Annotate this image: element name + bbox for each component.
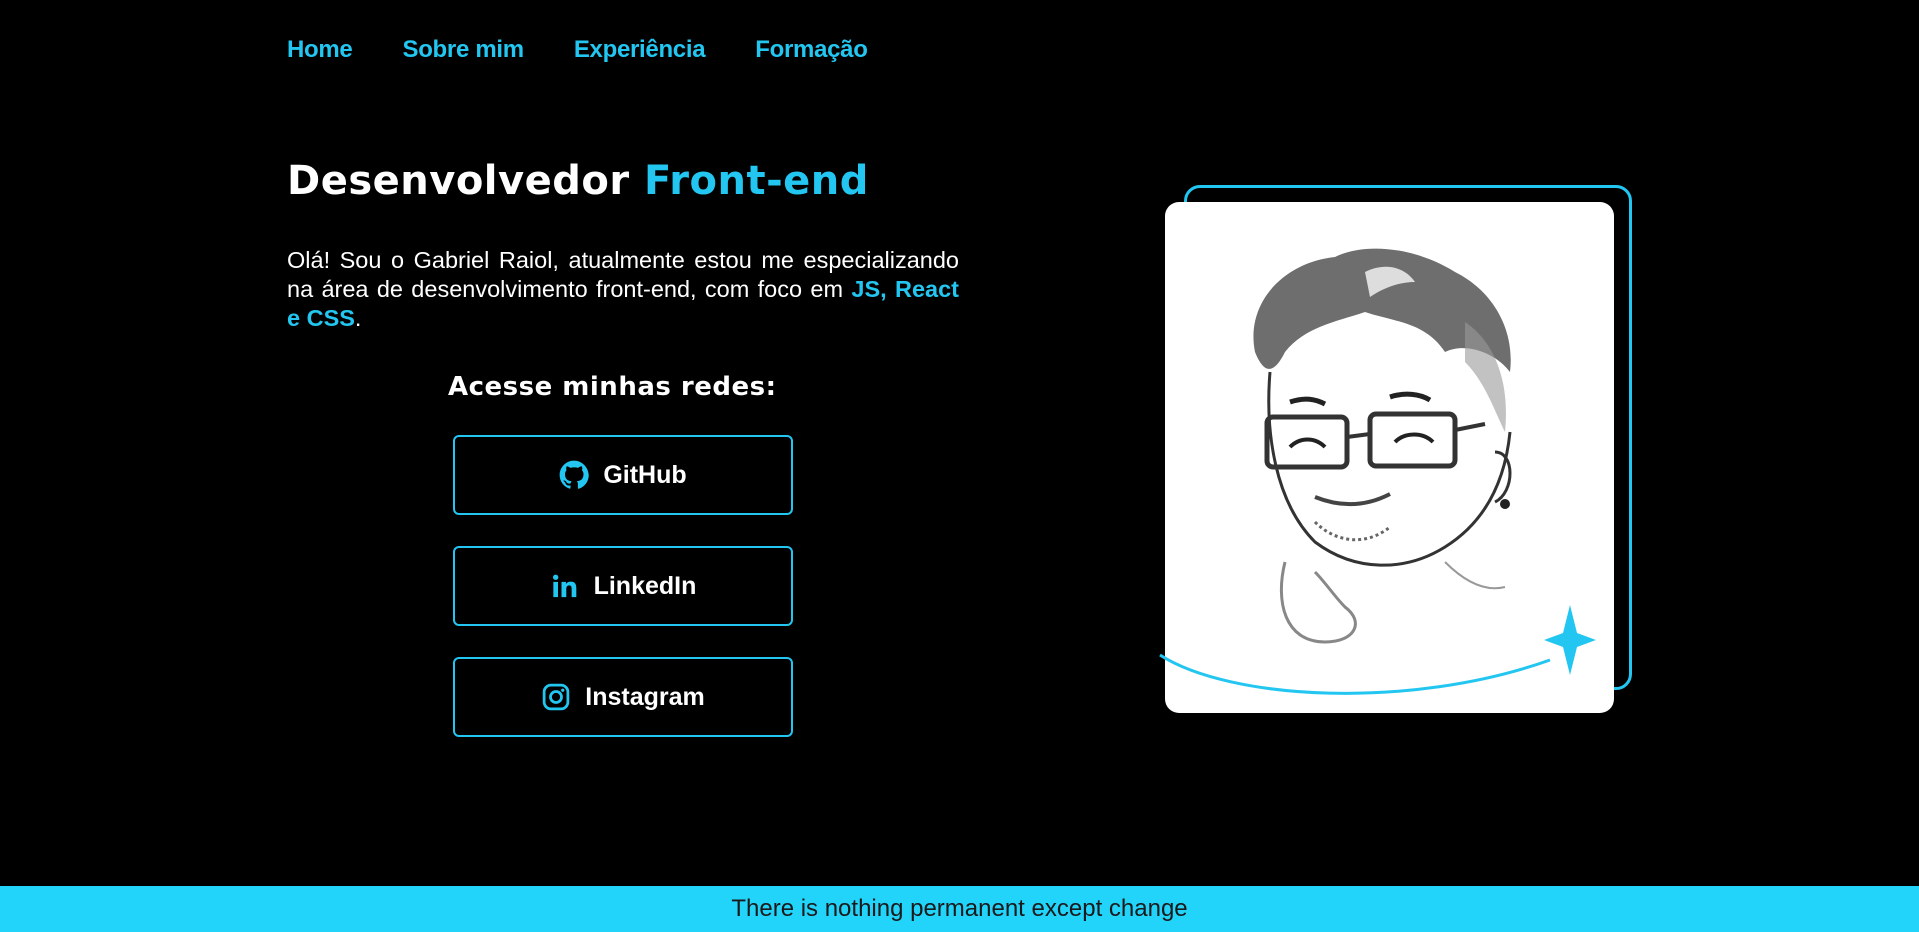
- instagram-button[interactable]: Instagram: [453, 657, 793, 737]
- nav-home[interactable]: Home: [287, 36, 353, 64]
- linkedin-label: LinkedIn: [593, 571, 697, 600]
- github-label: GitHub: [603, 460, 687, 489]
- footer: There is nothing permanent except change: [0, 886, 1919, 932]
- social-title: Acesse minhas redes:: [448, 372, 777, 402]
- intro-paragraph: Olá! Sou o Gabriel Raiol, atualmente est…: [287, 246, 959, 333]
- linkedin-button[interactable]: LinkedIn: [453, 546, 793, 626]
- nav-formacao[interactable]: Formação: [755, 36, 868, 64]
- instagram-label: Instagram: [585, 682, 705, 711]
- footer-quote: There is nothing permanent except change: [731, 895, 1188, 922]
- github-button[interactable]: GitHub: [453, 435, 793, 515]
- linkedin-icon: [550, 571, 580, 601]
- caricature-illustration: [1253, 248, 1512, 644]
- instagram-icon: [541, 682, 571, 712]
- intro-end: .: [354, 305, 362, 331]
- page-title: Desenvolvedor Front-end: [287, 158, 869, 204]
- portrait-card: [1165, 202, 1614, 713]
- title-main: Desenvolvedor: [287, 158, 630, 204]
- main-nav: Home Sobre mim Experiência Formação: [287, 36, 868, 64]
- nav-sobre-mim[interactable]: Sobre mim: [402, 36, 524, 64]
- github-icon: [559, 460, 590, 490]
- page: Home Sobre mim Experiência Formação Dese…: [0, 0, 1919, 932]
- title-accent: Front-end: [644, 158, 869, 204]
- nav-experiencia[interactable]: Experiência: [574, 36, 706, 64]
